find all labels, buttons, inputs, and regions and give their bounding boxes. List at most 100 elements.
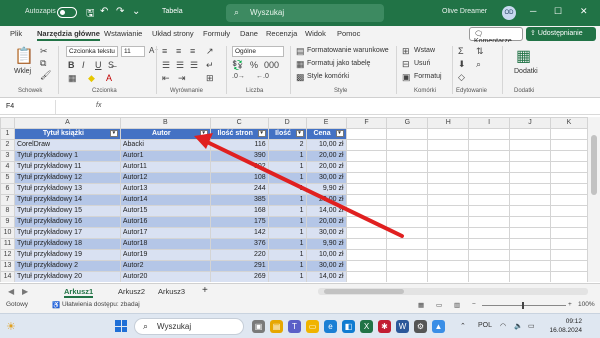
paste-icon[interactable]: 📋: [14, 46, 34, 66]
table-cell[interactable]: 385: [209, 194, 269, 206]
row-header[interactable]: 11: [0, 238, 15, 250]
empty-cell[interactable]: [427, 183, 470, 195]
insert-cells-button[interactable]: Wstaw: [414, 47, 435, 54]
taskbar-search[interactable]: ⌕ Wyszukaj: [134, 318, 244, 335]
tab-help[interactable]: Pomoc: [337, 29, 360, 38]
table-cell[interactable]: Autor20: [119, 271, 211, 282]
empty-cell[interactable]: [386, 271, 429, 282]
table-cell[interactable]: 1: [267, 150, 307, 162]
page-break-view-icon[interactable]: ▥: [454, 301, 460, 309]
table-cell[interactable]: 116: [209, 139, 269, 151]
underline-button[interactable]: U: [95, 60, 102, 70]
horizontal-scroll-thumb[interactable]: [324, 289, 404, 294]
empty-cell[interactable]: [509, 227, 551, 239]
select-all-corner[interactable]: [0, 117, 15, 129]
row-header[interactable]: 9: [0, 216, 15, 228]
wifi-icon[interactable]: ◠: [500, 322, 506, 330]
row-header[interactable]: 12: [0, 249, 15, 261]
tab-home[interactable]: Narzędzia główne: [37, 29, 100, 41]
weather-icon[interactable]: ☀: [6, 320, 16, 333]
table-cell[interactable]: 2: [267, 139, 307, 151]
find-select-icon[interactable]: ⌕: [476, 59, 481, 70]
format-cells-icon[interactable]: ▣: [402, 72, 411, 83]
vertical-scrollbar[interactable]: [588, 117, 600, 282]
empty-cell[interactable]: [345, 216, 388, 228]
column-header[interactable]: E: [305, 117, 347, 129]
table-cell[interactable]: 20,00 zł: [305, 194, 347, 206]
autosave-toggle[interactable]: [57, 7, 77, 18]
empty-cell[interactable]: [468, 216, 511, 228]
empty-cell[interactable]: [509, 249, 551, 261]
empty-cell[interactable]: [549, 227, 588, 239]
table-cell[interactable]: 1: [267, 183, 307, 195]
table-header-cell[interactable]: Ilość stron ▾: [209, 128, 269, 140]
table-cell[interactable]: Autor19: [119, 249, 211, 261]
avatar[interactable]: OD: [502, 6, 516, 20]
row-header[interactable]: 2: [0, 139, 15, 151]
table-cell[interactable]: Tytuł przykładowy 14: [13, 194, 121, 206]
table-cell[interactable]: 30,00 zł: [305, 172, 347, 184]
fill-icon[interactable]: ⬇: [458, 59, 466, 70]
number-format-select[interactable]: Ogólne: [232, 46, 284, 57]
table-cell[interactable]: Tytuł przykładowy 16: [13, 216, 121, 228]
empty-cell[interactable]: [549, 128, 588, 140]
table-cell[interactable]: 108: [209, 172, 269, 184]
empty-cell[interactable]: [386, 249, 429, 261]
table-header-cell[interactable]: Ilość ▾: [267, 128, 307, 140]
empty-cell[interactable]: [386, 139, 429, 151]
empty-cell[interactable]: [549, 238, 588, 250]
folder-icon[interactable]: ▭: [306, 320, 319, 333]
empty-cell[interactable]: [468, 271, 511, 282]
table-cell[interactable]: 1: [267, 260, 307, 272]
empty-cell[interactable]: [549, 216, 588, 228]
empty-cell[interactable]: [468, 161, 511, 173]
column-header[interactable]: F: [345, 117, 388, 129]
table-cell[interactable]: 30,00 zł: [305, 260, 347, 272]
page-layout-view-icon[interactable]: ▭: [436, 301, 442, 309]
tab-formulas[interactable]: Formuły: [203, 29, 230, 38]
empty-cell[interactable]: [427, 271, 470, 282]
increase-indent-icon[interactable]: ⇥: [178, 73, 186, 84]
strikethrough-icon[interactable]: S̶: [108, 60, 114, 70]
empty-cell[interactable]: [345, 128, 388, 140]
empty-cell[interactable]: [468, 150, 511, 162]
table-cell[interactable]: 30,00 zł: [305, 227, 347, 239]
empty-cell[interactable]: [468, 139, 511, 151]
row-header[interactable]: 3: [0, 150, 15, 162]
tab-data[interactable]: Dane: [240, 29, 258, 38]
copy-icon[interactable]: ⧉: [40, 58, 46, 69]
battery-icon[interactable]: ▭: [528, 322, 535, 330]
empty-cell[interactable]: [345, 271, 388, 282]
empty-cell[interactable]: [345, 238, 388, 250]
empty-cell[interactable]: [509, 150, 551, 162]
worksheet-grid[interactable]: A B C D E F G H I J K 1 Tytuł książki ▾ Autor ▾ Ilość st…: [0, 117, 588, 282]
empty-cell[interactable]: [549, 183, 588, 195]
row-header[interactable]: 7: [0, 194, 15, 206]
empty-cell[interactable]: [468, 238, 511, 250]
table-cell[interactable]: 291: [209, 260, 269, 272]
table-cell[interactable]: 142: [209, 227, 269, 239]
zoom-slider[interactable]: [482, 302, 566, 309]
align-middle-icon[interactable]: ≡: [176, 46, 181, 56]
autosum-icon[interactable]: Σ: [458, 46, 464, 56]
empty-cell[interactable]: [427, 139, 470, 151]
share-button[interactable]: ⇪ Udostępnianie: [526, 27, 596, 41]
empty-cell[interactable]: [345, 183, 388, 195]
cell-styles-icon[interactable]: ▩: [296, 72, 305, 83]
empty-cell[interactable]: [345, 161, 388, 173]
table-cell[interactable]: Abacki: [119, 139, 211, 151]
clock[interactable]: 09:12 16.08.2024: [540, 317, 582, 335]
empty-cell[interactable]: [468, 205, 511, 217]
empty-cell[interactable]: [345, 150, 388, 162]
empty-cell[interactable]: [386, 128, 429, 140]
column-header[interactable]: C: [209, 117, 269, 129]
empty-cell[interactable]: [509, 271, 551, 282]
empty-cell[interactable]: [549, 194, 588, 206]
table-cell[interactable]: 1: [267, 172, 307, 184]
empty-cell[interactable]: [549, 205, 588, 217]
column-header[interactable]: H: [427, 117, 470, 129]
name-box[interactable]: F4: [0, 100, 56, 114]
filter-dropdown-button[interactable]: ▾: [109, 130, 118, 137]
table-header-cell[interactable]: Tytuł książki ▾: [13, 128, 121, 140]
table-cell[interactable]: 10,00 zł: [305, 249, 347, 261]
